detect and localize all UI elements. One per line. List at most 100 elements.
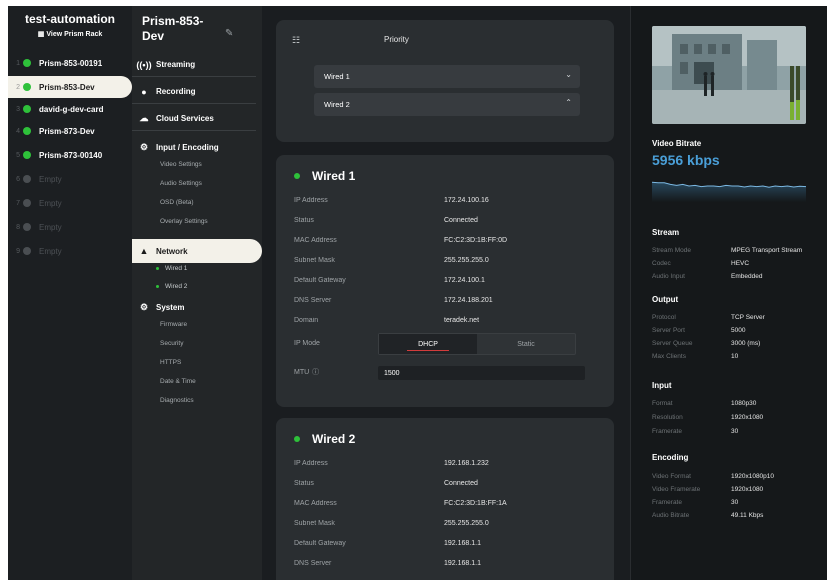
cloud-icon: ☁ (139, 113, 149, 123)
status-dot (23, 175, 31, 183)
field-label: Audio Bitrate (652, 511, 692, 519)
rack-item-label: Empty (39, 174, 62, 184)
nav-streaming[interactable]: ((•)) Streaming (132, 53, 256, 77)
mac-value: FC:C2:3D:1B:FF:1A (444, 499, 507, 507)
info-icon[interactable]: ⓘ (312, 367, 319, 377)
priority-option-2[interactable]: Wired 2 ⌃ (314, 93, 580, 116)
mask-value: 255.255.255.0 (444, 256, 489, 264)
nav-video-settings[interactable]: Video Settings (160, 161, 202, 168)
field-value: TCP Server (729, 313, 765, 321)
ip-value: 192.168.1.232 (444, 459, 489, 467)
rack-item-6[interactable]: 6 Empty (8, 168, 132, 190)
nav-audio-settings[interactable]: Audio Settings (160, 180, 202, 187)
nav-security[interactable]: Security (160, 340, 183, 347)
rack-item-5[interactable]: 5 Prism-873-00140 (8, 144, 132, 166)
rack-item-4[interactable]: 4 Prism-873-Dev (8, 120, 132, 142)
rack-item-7[interactable]: 7 Empty (8, 192, 132, 214)
field-label: IP Address (294, 459, 330, 467)
video-preview (652, 26, 806, 124)
slot-number: 7 (16, 199, 20, 207)
nav-wired-1[interactable]: Wired 1 (156, 265, 187, 272)
nav-osd[interactable]: OSD (Beta) (160, 199, 194, 206)
nav-system[interactable]: ⚙ System (132, 302, 256, 313)
server-port-row: Server Port 5000 (652, 325, 822, 335)
field-label: Server Port (652, 326, 687, 334)
video-bitrate-value: 5956 kbps (652, 152, 720, 168)
rack-item-label: Prism-873-Dev (39, 126, 95, 136)
option-label: Wired 1 (324, 72, 350, 81)
nav-network[interactable]: ▲ Network (132, 239, 262, 263)
broadcast-icon: ((•)) (136, 59, 152, 70)
codec-row: Codec HEVC (652, 258, 822, 268)
view-rack-link[interactable]: ▦ View Prism Rack (8, 30, 132, 38)
rack-item-8[interactable]: 8 Empty (8, 216, 132, 238)
pencil-icon[interactable]: ✎ (225, 28, 233, 39)
domain-row: Domain teradek.net (294, 314, 594, 326)
grid-icon: ▦ (37, 31, 45, 38)
field-value: 49.11 Kbps (729, 511, 764, 519)
field-label: Format (652, 399, 675, 407)
slot-number: 5 (16, 151, 20, 159)
status-dot (23, 151, 31, 159)
dns-value: 172.24.188.201 (444, 296, 493, 304)
nav-label: Input / Encoding (156, 143, 219, 152)
mask-row: Subnet Mask 255.255.255.0 (294, 517, 594, 529)
nav-firmware[interactable]: Firmware (160, 321, 187, 328)
static-option[interactable]: Static (477, 334, 575, 354)
bitrate-sparkline (652, 181, 806, 202)
dhcp-option[interactable]: DHCP (379, 334, 477, 354)
status-value: Connected (444, 479, 478, 487)
nav-cloud-services[interactable]: ☁ Cloud Services (132, 107, 256, 131)
field-value: 5000 (729, 326, 746, 334)
nav-label: System (156, 303, 185, 312)
priority-icon: ☷ (292, 35, 301, 45)
rack-item-label: Prism-853-Dev (39, 82, 95, 92)
rack-item-2[interactable]: 2 Prism-853-Dev (8, 76, 132, 98)
gear-icon: ⚙ (139, 302, 149, 312)
priority-option-1[interactable]: Wired 1 ⌄ (314, 65, 580, 88)
field-label: IP Mode (294, 339, 320, 347)
field-value: 10 (729, 352, 739, 360)
ip-mode-toggle: DHCP Static (378, 333, 576, 355)
format-row: Format 1080p30 (652, 398, 822, 408)
gateway-row: Default Gateway 192.168.1.1 (294, 537, 594, 549)
nav-overlay-settings[interactable]: Overlay Settings (160, 218, 208, 225)
video-framerate-row: Video Framerate 1920x1080 (652, 484, 822, 494)
slot-number: 9 (16, 247, 20, 255)
rack-item-1[interactable]: 1 Prism-853-00191 (8, 52, 132, 74)
field-label: Audio Input (652, 272, 687, 280)
option-label: Wired 2 (324, 100, 350, 109)
nav-recording[interactable]: ● Recording (132, 80, 256, 104)
nav-wired-2[interactable]: Wired 2 (156, 283, 187, 290)
status-dot (156, 266, 159, 270)
chevron-up-icon: ⌃ (565, 98, 572, 107)
nav-diagnostics[interactable]: Diagnostics (160, 397, 194, 404)
encoding-title: Encoding (652, 453, 689, 462)
rack-title: test-automation (25, 12, 115, 26)
ip-row: IP Address 172.24.100.16 (294, 194, 594, 206)
nav-label: Wired 2 (165, 283, 188, 290)
device-title: Prism-853-Dev (142, 14, 204, 43)
field-label: MTU (294, 368, 310, 376)
dns-value: 192.168.1.1 (444, 559, 481, 567)
status-dot (23, 223, 31, 231)
rack-item-9[interactable]: 9 Empty (8, 240, 132, 262)
mac-value: FC:C2:3D:1B:FF:0D (444, 236, 508, 244)
field-label: Max Clients (652, 352, 688, 360)
wired-2-card: Wired 2 IP Address 192.168.1.232 Status Co… (276, 418, 614, 580)
rack-item-3[interactable]: 3 david-g-dev-card (8, 98, 132, 120)
nav-input-encoding[interactable]: ⚙ Input / Encoding (132, 142, 256, 153)
video-format-row: Video Format 1920x1080p10 (652, 471, 822, 481)
gateway-value: 192.168.1.1 (444, 539, 481, 547)
video-preview-image (652, 26, 806, 124)
field-value: Embedded (729, 272, 763, 280)
nav-https[interactable]: HTTPS (160, 359, 181, 366)
dns-row: DNS Server 192.168.1.1 (294, 557, 594, 569)
nav-label: Streaming (156, 60, 196, 69)
status-dot (294, 436, 300, 442)
field-label: Default Gateway (294, 276, 348, 284)
field-label: Server Queue (652, 339, 695, 347)
mtu-input[interactable]: 1500 (378, 366, 585, 380)
nav-date-time[interactable]: Date & Time (160, 378, 196, 385)
stream-mode-row: Stream Mode MPEG Transport Stream (652, 245, 822, 255)
